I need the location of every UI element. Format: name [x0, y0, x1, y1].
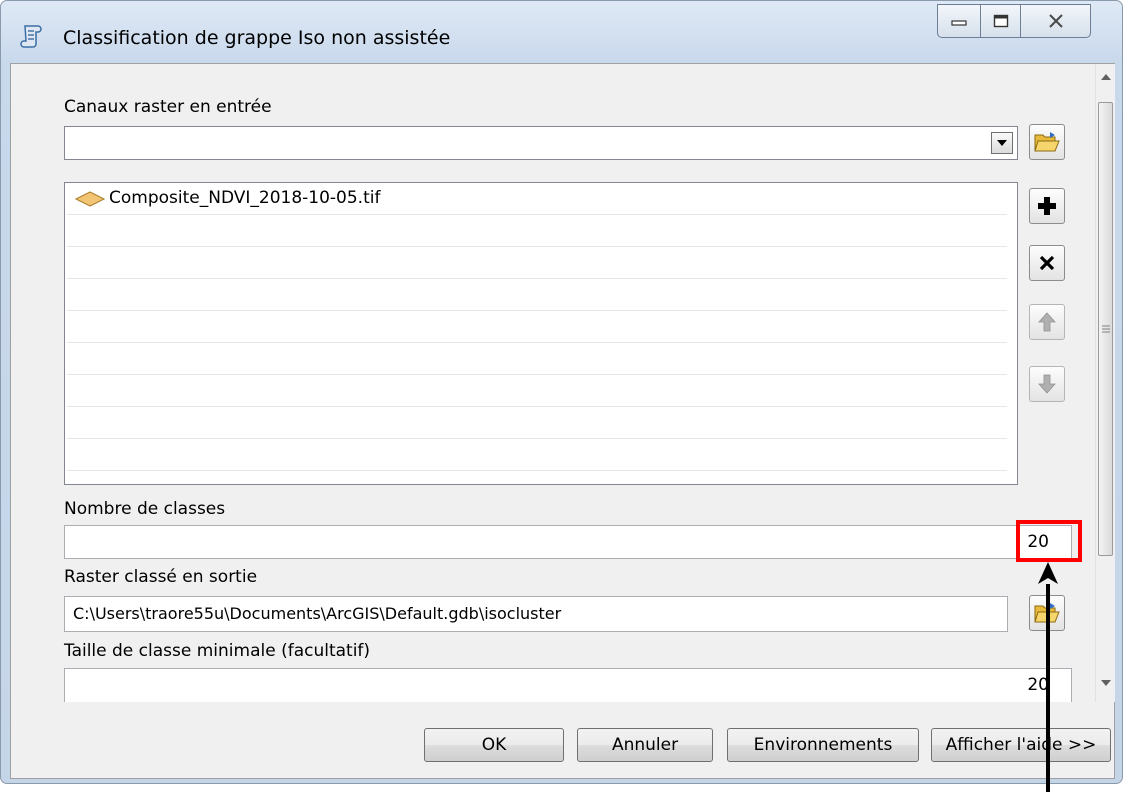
dialog-window: Classification de grappe Iso non assisté…: [0, 0, 1123, 784]
raster-bands-label: Canaux raster en entrée: [64, 97, 272, 117]
list-item-label: Composite_NDVI_2018-10-05.tif: [109, 188, 381, 208]
ok-button[interactable]: OK: [424, 728, 564, 762]
list-item[interactable]: Composite_NDVI_2018-10-05.tif: [67, 183, 1007, 215]
output-raster-label: Raster classé en sortie: [64, 567, 258, 587]
num-classes-input[interactable]: 20: [64, 525, 1072, 559]
chevron-down-icon: [997, 140, 1007, 146]
move-down-icon: [1038, 374, 1056, 394]
list-row-empty: [67, 247, 1007, 279]
title-bar: Classification de grappe Iso non assisté…: [1, 1, 1122, 63]
move-up-icon: [1038, 312, 1056, 332]
min-class-size-input[interactable]: 20: [64, 668, 1072, 702]
cancel-button[interactable]: Annuler: [577, 728, 713, 762]
list-row-empty: [67, 407, 1007, 439]
list-row-empty: [67, 375, 1007, 407]
maximize-icon: [993, 14, 1008, 28]
remove-button[interactable]: [1029, 245, 1065, 281]
list-row-empty: [67, 311, 1007, 343]
button-bar: OK Annuler Environnements Afficher l'aid…: [11, 702, 1114, 778]
scroll-down-icon[interactable]: [1101, 680, 1111, 686]
window-title: Classification de grappe Iso non assisté…: [63, 27, 451, 49]
minimize-icon: [951, 20, 967, 26]
window-controls: [937, 4, 1091, 40]
show-help-button[interactable]: Afficher l'aide >>: [931, 728, 1111, 762]
close-button[interactable]: [1021, 4, 1091, 38]
add-button[interactable]: [1029, 188, 1065, 224]
list-row-empty: [67, 279, 1007, 311]
move-down-button[interactable]: [1029, 366, 1065, 402]
raster-bands-combo[interactable]: [64, 126, 1018, 160]
browse-input-button[interactable]: [1029, 124, 1065, 160]
annotation-arrow: [1046, 584, 1050, 792]
minimize-button[interactable]: [937, 4, 981, 38]
script-tool-icon: [19, 23, 45, 49]
raster-list[interactable]: Composite_NDVI_2018-10-05.tif: [64, 182, 1018, 485]
scrollbar-thumb[interactable]: [1098, 102, 1113, 556]
list-row-empty: [67, 215, 1007, 247]
num-classes-label: Nombre de classes: [64, 499, 226, 519]
raster-layer-icon: [75, 191, 105, 207]
arrow-head-icon: [1038, 562, 1058, 584]
grip-icon: [1102, 325, 1110, 333]
close-icon: [1048, 14, 1063, 28]
output-raster-input[interactable]: C:\Users\traore55u\Documents\ArcGIS\Defa…: [64, 596, 1008, 632]
highlight-box: [1016, 520, 1082, 562]
maximize-button[interactable]: [981, 4, 1021, 38]
list-row-empty: [67, 439, 1007, 471]
remove-icon: [1039, 255, 1055, 271]
list-row-empty: [67, 343, 1007, 375]
scroll-up-icon[interactable]: [1101, 74, 1111, 80]
environments-button[interactable]: Environnements: [727, 728, 919, 762]
dropdown-button[interactable]: [991, 132, 1013, 154]
min-class-size-label: Taille de classe minimale (facultatif): [64, 641, 371, 661]
add-icon: [1038, 197, 1056, 215]
parameters-pane: Canaux raster en entrée Composite_NDVI_2…: [11, 64, 1095, 703]
folder-open-icon: [1034, 132, 1060, 152]
vertical-scrollbar[interactable]: [1095, 64, 1115, 702]
dialog-body: Canaux raster en entrée Composite_NDVI_2…: [10, 63, 1115, 779]
output-raster-value: C:\Users\traore55u\Documents\ArcGIS\Defa…: [73, 604, 562, 623]
move-up-button[interactable]: [1029, 304, 1065, 340]
